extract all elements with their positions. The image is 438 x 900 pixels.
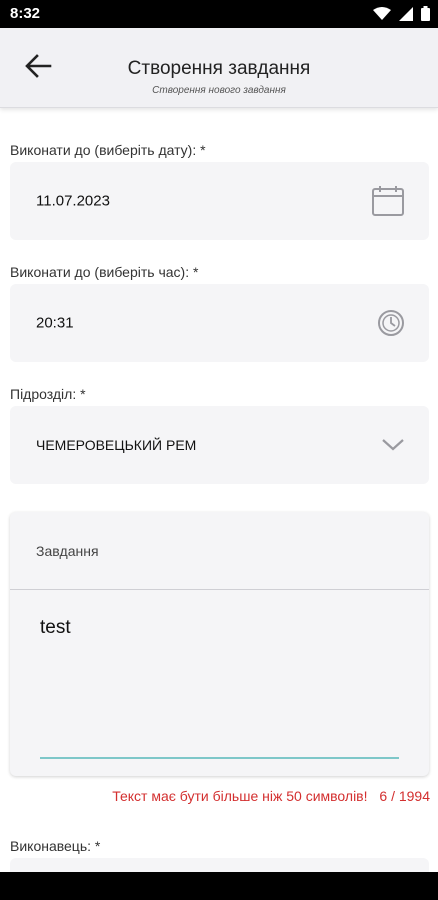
executor-label: Виконавець: * xyxy=(10,838,101,854)
page-subtitle: Створення нового завдання xyxy=(152,85,286,96)
task-textarea[interactable]: test xyxy=(10,591,429,776)
status-icons xyxy=(373,6,430,26)
department-select[interactable]: ЧЕМЕРОВЕЦЬКИЙ РЕМ xyxy=(10,406,429,484)
task-error-text: Текст має бути більше ніж 50 символів! xyxy=(112,788,368,804)
time-label: Виконати до (виберіть час): * xyxy=(10,264,199,280)
chevron-down-icon[interactable] xyxy=(381,438,405,452)
task-error-row: Текст має бути більше ніж 50 символів! 6… xyxy=(0,788,430,804)
task-title: Завдання xyxy=(36,543,99,559)
battery-icon xyxy=(421,6,430,26)
wifi-icon xyxy=(373,6,391,26)
time-value: 20:31 xyxy=(36,314,74,332)
department-value: ЧЕМЕРОВЕЦЬКИЙ РЕМ xyxy=(36,437,197,453)
department-label: Підрозділ: * xyxy=(10,386,86,402)
app-bar: Створення завдання Створення нового завд… xyxy=(0,28,438,108)
status-time: 8:32 xyxy=(10,5,41,22)
date-field[interactable]: 11.07.2023 xyxy=(10,162,429,240)
page-title: Створення завдання xyxy=(127,58,311,79)
task-underline xyxy=(40,757,399,759)
task-char-counter: 6 / 1994 xyxy=(379,788,430,804)
task-header: Завдання xyxy=(10,512,429,590)
status-bar: 8:32 xyxy=(0,0,438,28)
time-field[interactable]: 20:31 xyxy=(10,284,429,362)
task-text: test xyxy=(40,617,71,638)
date-label: Виконати до (виберіть дату): * xyxy=(10,142,206,158)
signal-icon xyxy=(399,6,413,26)
clock-icon[interactable] xyxy=(377,309,405,337)
navigation-bar xyxy=(0,872,438,900)
task-card: Завдання test xyxy=(10,512,429,776)
calendar-icon[interactable] xyxy=(371,185,405,217)
date-value: 11.07.2023 xyxy=(36,192,110,210)
